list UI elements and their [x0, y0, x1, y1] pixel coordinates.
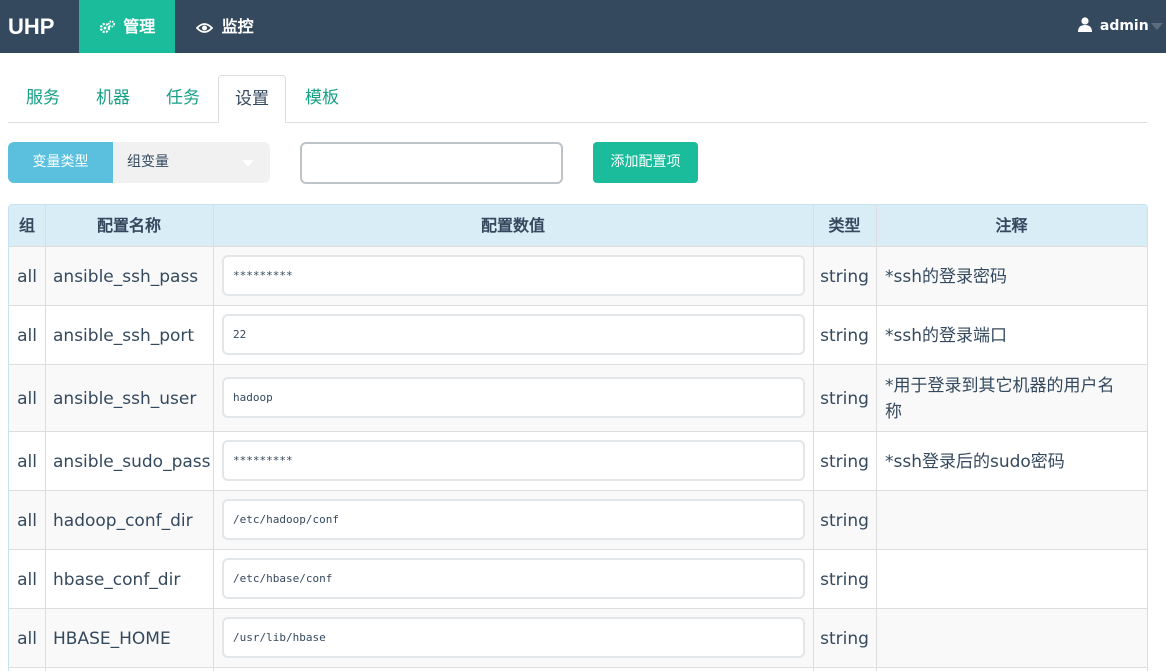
- nav-monitor-label: 监控: [221, 17, 254, 36]
- top-navbar: UHP 管理 监控 admin: [0, 0, 1166, 53]
- header-type: 类型: [813, 205, 876, 247]
- add-config-button[interactable]: 添加配置项: [593, 142, 698, 183]
- row-note: [885, 609, 1147, 668]
- tab-settings[interactable]: 设置: [218, 75, 286, 123]
- gears-icon: [99, 17, 124, 36]
- user-icon: [1078, 17, 1100, 34]
- row-group: all: [17, 510, 37, 531]
- config-value-input[interactable]: [222, 617, 805, 658]
- row-type: string: [820, 569, 869, 590]
- eye-icon: [195, 17, 222, 36]
- user-name: admin: [1099, 18, 1149, 34]
- table-row: [9, 667, 1147, 671]
- tab-machines[interactable]: 机器: [78, 75, 148, 122]
- var-type-selected-value: 组变量: [127, 154, 169, 170]
- row-note: [885, 491, 1147, 550]
- column-divider: [876, 205, 877, 671]
- row-config-name: hadoop_conf_dir: [53, 510, 193, 531]
- header-name: 配置名称: [45, 205, 213, 247]
- config-value-input[interactable]: [222, 255, 805, 296]
- row-config-name: HBASE_HOME: [53, 628, 171, 649]
- header-note: 注释: [876, 205, 1147, 247]
- var-type-select[interactable]: 组变量: [113, 142, 270, 183]
- row-group: all: [17, 569, 37, 590]
- tab-templates[interactable]: 模板: [286, 75, 358, 122]
- table-row: all HBASE_HOME string: [9, 608, 1147, 667]
- row-config-name: ansible_ssh_user: [53, 388, 197, 409]
- config-value-input[interactable]: [222, 314, 805, 355]
- nav-manage[interactable]: 管理: [79, 0, 175, 53]
- table-row: all ansible_ssh_pass string *ssh的登录密码: [9, 246, 1147, 305]
- nav-manage-label: 管理: [123, 17, 156, 36]
- nav-monitor[interactable]: 监控: [195, 0, 254, 53]
- config-name-input[interactable]: [300, 142, 563, 184]
- row-type: string: [820, 388, 869, 409]
- tab-tasks[interactable]: 任务: [148, 75, 218, 122]
- row-group: all: [17, 628, 37, 649]
- row-config-name: ansible_ssh_port: [53, 325, 195, 346]
- config-value-input[interactable]: [222, 499, 805, 540]
- row-type: string: [820, 510, 869, 531]
- caret-down-icon[interactable]: [1151, 23, 1163, 30]
- tab-services[interactable]: 服务: [8, 75, 78, 122]
- table-row: all ansible_ssh_user string *用于登录到其它机器的用…: [9, 364, 1147, 431]
- column-divider: [45, 205, 46, 671]
- table-row: all hadoop_conf_dir string: [9, 490, 1147, 549]
- caret-down-icon: [242, 160, 254, 167]
- table-row: all ansible_sudo_pass string *ssh登录后的sud…: [9, 431, 1147, 490]
- config-table: 组 配置名称 配置数值 类型 注释 all ansible_ssh_pass s…: [8, 204, 1148, 671]
- header-group: 组: [9, 205, 45, 247]
- table-row: all hbase_conf_dir string: [9, 549, 1147, 608]
- config-value-input[interactable]: [222, 440, 805, 481]
- row-group: all: [17, 325, 37, 346]
- row-note: [885, 550, 1147, 609]
- row-type: string: [820, 628, 869, 649]
- row-group: all: [17, 451, 37, 472]
- row-group: all: [17, 266, 37, 287]
- row-note: *ssh的登录密码: [885, 266, 1007, 287]
- row-note: *用于登录到其它机器的用户名称: [885, 375, 1115, 422]
- column-divider: [813, 205, 814, 671]
- config-value-input[interactable]: [222, 377, 805, 418]
- row-config-name: hbase_conf_dir: [53, 569, 181, 590]
- row-note: *ssh的登录端口: [885, 325, 1007, 346]
- var-type-label: 变量类型: [8, 142, 113, 183]
- settings-tabs: 服务 机器 任务 设置 模板: [8, 75, 1147, 123]
- config-value-input[interactable]: [222, 558, 805, 599]
- row-group: all: [17, 388, 37, 409]
- brand-logo[interactable]: UHP: [8, 0, 54, 53]
- row-type: string: [820, 325, 869, 346]
- row-note: *ssh登录后的sudo密码: [885, 451, 1065, 472]
- column-divider: [213, 205, 214, 671]
- row-type: string: [820, 266, 869, 287]
- user-menu[interactable]: admin: [1078, 0, 1149, 53]
- header-value: 配置数值: [213, 205, 813, 247]
- row-config-name: ansible_sudo_pass: [53, 451, 211, 472]
- row-config-name: ansible_ssh_pass: [53, 266, 199, 287]
- table-row: all ansible_ssh_port string *ssh的登录端口: [9, 305, 1147, 364]
- row-type: string: [820, 451, 869, 472]
